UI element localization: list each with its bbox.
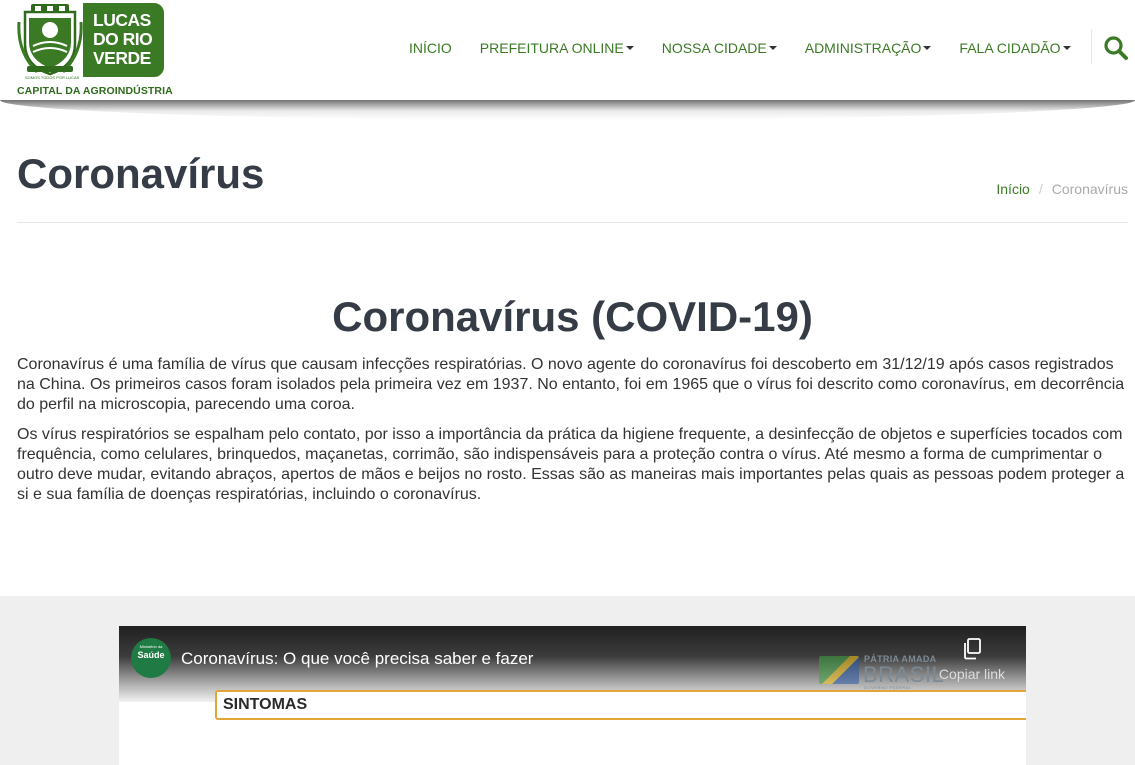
channel-avatar-label: Saúde — [137, 650, 165, 660]
coat-of-arms-icon — [17, 4, 83, 76]
nav-item-prefeitura-online[interactable]: PREFEITURA ONLINE — [466, 40, 648, 56]
government-logo: PÁTRIA AMADA BRASIL GOVERNO FEDERAL — [819, 652, 944, 690]
video-player[interactable]: Ministério da Saúde Coronavírus: O que v… — [119, 626, 1026, 765]
logo-wordmark: LUCAS DO RIO VERDE — [83, 3, 164, 77]
breadcrumb: Início / Coronavírus — [996, 181, 1128, 197]
municipality-logo[interactable]: LUCAS DO RIO VERDE SOMOS TODOS POR LUCAS… — [17, 2, 173, 99]
caret-down-icon — [1062, 46, 1071, 50]
logo-tagline: CAPITAL DA AGROINDÚSTRIA — [17, 85, 173, 97]
site-header: LUCAS DO RIO VERDE SOMOS TODOS POR LUCAS… — [0, 0, 1135, 100]
search-icon — [1104, 36, 1128, 60]
caret-down-icon — [768, 46, 777, 50]
nav-item-fala-cidadao[interactable]: FALA CIDADÃO — [945, 40, 1084, 56]
nav-item-nossa-cidade[interactable]: NOSSA CIDADE — [648, 40, 791, 56]
header-shadow — [0, 100, 1135, 120]
nav-item-label: ADMINISTRAÇÃO — [804, 40, 922, 56]
nav-item-label: PREFEITURA ONLINE — [479, 40, 624, 56]
nav-divider — [1091, 30, 1092, 64]
caret-down-icon — [923, 46, 932, 50]
nav-item-label: FALA CIDADÃO — [959, 40, 1061, 56]
article-paragraph: Coronavírus é uma família de vírus que c… — [17, 356, 1125, 413]
copy-link-label: Copiar link — [938, 666, 1006, 682]
search-button[interactable] — [1103, 35, 1129, 61]
caret-down-icon — [625, 46, 634, 50]
article-body: Coronavírus é uma família de vírus que c… — [17, 355, 1129, 515]
copy-icon — [964, 638, 981, 660]
main-nav: INÍCIO PREFEITURA ONLINE NOSSA CIDADE AD… — [395, 38, 1085, 58]
article-paragraph: Os vírus respiratórios se espalham pelo … — [17, 426, 1125, 503]
brazil-flag-icon — [819, 656, 859, 684]
video-section: Ministério da Saúde Coronavírus: O que v… — [0, 596, 1135, 765]
title-divider — [17, 222, 1128, 223]
nav-item-label: NOSSA CIDADE — [661, 40, 767, 56]
channel-avatar-subtitle: Ministério da — [139, 644, 163, 649]
breadcrumb-home-link[interactable]: Início — [996, 181, 1029, 197]
video-frame-text: SINTOMAS — [223, 696, 308, 713]
logo-motto: SOMOS TODOS POR LUCAS — [25, 75, 80, 80]
video-frame-banner: SINTOMAS — [215, 690, 1026, 720]
nav-item-inicio[interactable]: INÍCIO — [395, 40, 466, 56]
channel-avatar[interactable]: Ministério da Saúde — [131, 638, 171, 678]
copy-link-button[interactable]: Copiar link — [937, 638, 1007, 688]
breadcrumb-current: Coronavírus — [1051, 181, 1128, 197]
article-heading: Coronavírus (COVID-19) — [332, 293, 813, 340]
breadcrumb-separator: / — [1038, 181, 1043, 197]
page-title: Coronavírus — [17, 150, 265, 197]
nav-item-label: INÍCIO — [409, 40, 452, 56]
nav-item-administracao[interactable]: ADMINISTRAÇÃO — [791, 40, 946, 56]
logo-line-2: DO RIO — [93, 29, 153, 49]
logo-line-3: VERDE — [93, 48, 151, 68]
logo-line-1: LUCAS — [93, 10, 151, 30]
video-title[interactable]: Coronavírus: O que você precisa saber e … — [181, 649, 533, 669]
